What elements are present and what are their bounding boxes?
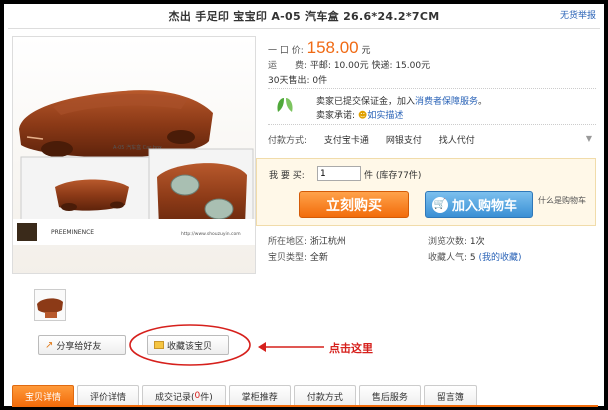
product-photo[interactable]: A-05 汽车盒 Car box PREEMINENCE http://www.… xyxy=(12,36,256,274)
popularity-label: 收藏人气: xyxy=(428,253,468,263)
payment-label: 付款方式: xyxy=(268,136,308,146)
buy-now-button[interactable]: 立刻购买 xyxy=(299,191,409,218)
add-cart-label: 加入购物车 xyxy=(452,199,518,214)
share-button[interactable]: ↗ 分享给好友 xyxy=(38,335,126,355)
tab-item-details[interactable]: 宝贝详情 xyxy=(12,385,75,406)
guarantee-icon xyxy=(277,98,293,112)
expand-payment-icon[interactable]: ▼ xyxy=(586,134,592,143)
type-row: 宝贝类型: 全新 xyxy=(268,250,328,263)
popularity-value: 5 xyxy=(469,253,476,263)
share-icon: ↗ xyxy=(45,339,54,351)
tab-underline xyxy=(12,405,598,407)
share-label: 分享给好友 xyxy=(56,341,102,352)
tab-transactions[interactable]: 成交记录(0 件) xyxy=(142,385,226,406)
views-value: 1次 xyxy=(469,237,485,247)
payment-row: 付款方式: 支付宝卡通 网银支付 找人代付 xyxy=(268,133,489,146)
quantity-input[interactable] xyxy=(317,166,361,181)
as-described-link[interactable]: 如实描述 xyxy=(367,111,403,121)
shipping-row: 运 费: 平邮: 10.00元 快递: 15.00元 xyxy=(268,58,430,71)
red-circle-annotation xyxy=(129,324,251,366)
popularity-row: 收藏人气: 5 (我的收藏) xyxy=(428,250,522,263)
views-row: 浏览次数: 1次 xyxy=(428,234,485,247)
price-unit: 元 xyxy=(361,46,371,56)
tab-guestbook[interactable]: 留言簿 xyxy=(423,385,477,406)
payment-option: 支付宝卡通 xyxy=(323,136,369,146)
payment-option: 网银支付 xyxy=(385,136,422,146)
price-value: 158.00 xyxy=(306,38,359,57)
promise-icon: ☻ xyxy=(357,111,368,121)
tab-after-sales[interactable]: 售后服务 xyxy=(358,385,421,406)
my-favorites-link[interactable]: (我的收藏) xyxy=(479,253,522,263)
divider xyxy=(268,88,596,89)
location-value: 浙江杭州 xyxy=(309,237,346,247)
views-label: 浏览次数: xyxy=(428,237,468,247)
sales-row: 30天售出: 0件 xyxy=(268,76,328,86)
location-label: 所在地区: xyxy=(268,237,308,247)
promise-label: 卖家承诺: xyxy=(316,111,356,121)
detail-tabs: 宝贝详情 评价详情 成交记录(0 件) 掌柜推荐 付款方式 售后服务 留言簿 xyxy=(12,385,477,406)
red-arrow-annotation xyxy=(258,342,324,352)
tab-label: 成交记录( xyxy=(155,392,195,403)
guarantee-line-1: 卖家已提交保证金，加入消费者保障服务。 xyxy=(316,94,487,107)
guarantee-suffix: 。 xyxy=(478,97,488,107)
title-divider xyxy=(8,28,600,29)
consumer-protection-link[interactable]: 消费者保障服务 xyxy=(415,97,478,107)
whats-cart-link[interactable]: 什么是购物车 xyxy=(538,195,588,206)
cart-icon: 🛒 xyxy=(432,196,448,213)
stock-text: 件 (库存77件) xyxy=(364,171,422,181)
thumbnail[interactable] xyxy=(34,289,66,321)
tab-recommendations[interactable]: 掌柜推荐 xyxy=(228,385,291,406)
tab-payment[interactable]: 付款方式 xyxy=(293,385,356,406)
payment-option: 找人代付 xyxy=(438,136,475,146)
tab-reviews[interactable]: 评价详情 xyxy=(77,385,140,406)
divider xyxy=(268,124,596,125)
guarantee-line-2: 卖家承诺: ☻如实描述 xyxy=(316,108,403,121)
tab-label: 件) xyxy=(200,392,213,403)
qty-label: 我 要 买: xyxy=(269,171,305,181)
add-to-cart-button[interactable]: 🛒 加入购物车 xyxy=(425,191,533,218)
shipping-label: 运 费: xyxy=(268,61,308,71)
price-label: 一 口 价: xyxy=(268,46,304,56)
shipping-text: 平邮: 10.00元 快递: 15.00元 xyxy=(309,61,431,71)
purchase-box: 我 要 买: 件 (库存77件) 立刻购买 🛒 加入购物车 什么是购物车 xyxy=(256,158,596,226)
location-row: 所在地区: 浙江杭州 xyxy=(268,234,346,247)
type-value: 全新 xyxy=(309,253,328,263)
click-here-annotation: 点击这里 xyxy=(329,342,373,355)
brand-url: http://www.shouzuyin.com xyxy=(181,231,241,237)
type-label: 宝贝类型: xyxy=(268,253,308,263)
item-title: 杰出 手足印 宝宝印 A-05 汽车盒 26.6*24.2*7CM xyxy=(168,10,440,23)
brand-name: PREEMINENCE xyxy=(51,229,94,236)
price-row: 一 口 价: 158.00 元 xyxy=(268,38,371,58)
report-link[interactable]: 无货举报 xyxy=(560,8,596,21)
guarantee-text: 卖家已提交保证金，加入 xyxy=(316,97,416,107)
